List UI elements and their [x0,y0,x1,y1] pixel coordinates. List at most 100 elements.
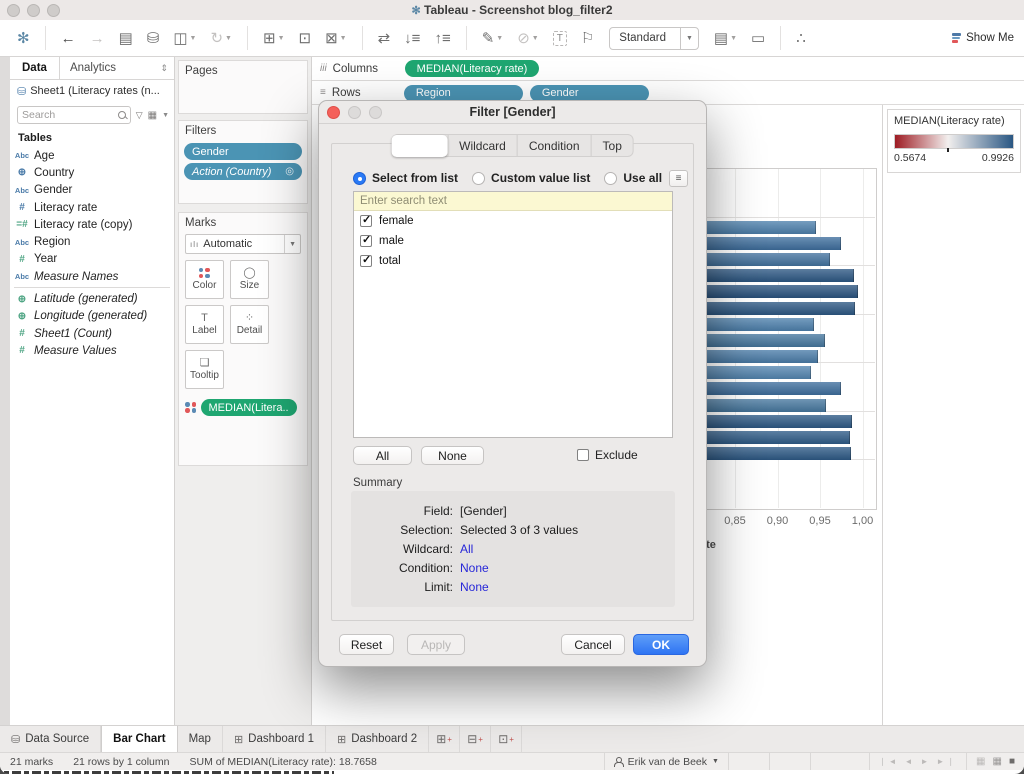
filter-pill-action-country-[interactable]: Action (Country)◎ [184,163,302,180]
marks-pill-median-literacy[interactable]: MEDIAN(Litera.. [201,399,297,416]
pin-icon[interactable]: ⚐ [581,29,594,47]
new-worksheet-icon[interactable]: ⊞▼ [263,29,285,47]
value-search-input[interactable]: Enter search text [354,192,672,211]
field-item[interactable]: #Literacy rate [10,199,174,216]
view-options-icon[interactable]: ▦ [148,110,157,121]
field-item[interactable]: AbcMeasure Names [10,268,174,285]
ok-button[interactable]: OK [633,634,689,655]
marks-button-detail[interactable]: ⁘Detail [230,305,269,344]
tab-data[interactable]: Data [10,62,59,74]
sheet-tab-bar-chart[interactable]: Bar Chart [101,726,177,752]
marks-button-label[interactable]: TLabel [185,305,224,344]
color-legend-card[interactable]: MEDIAN(Literacy rate) 0.5674 0.9926 [887,109,1021,173]
filter-tab-general[interactable] [391,135,447,157]
sort-descending-icon[interactable]: ↑≡ [434,30,450,47]
field-item[interactable]: ⊕Longitude (generated) [10,308,174,325]
new-datasource-icon[interactable]: ⛁ [147,29,160,47]
summary-value[interactable]: None [460,561,489,575]
pane-swap-icon[interactable]: ⇕ [160,63,174,74]
filter-tab-top[interactable]: Top [591,135,633,156]
radio-custom-value-list[interactable] [472,172,485,185]
columns-shelf[interactable]: iii Columns MEDIAN(Literacy rate) [312,57,1024,81]
marks-button-tooltip[interactable]: ❏Tooltip [185,350,224,389]
select-all-button[interactable]: All [353,446,412,465]
show-tabs-icon[interactable]: ▦ [976,756,985,767]
swap-rows-columns-icon[interactable]: ⇄ [378,29,391,47]
field-item[interactable]: ⊕Country [10,164,174,181]
exclude-checkbox[interactable] [577,449,589,461]
new-worksheet-tab-button[interactable]: ⊞+ [429,726,460,752]
sheet-tab-dashboard-1[interactable]: ⊞Dashboard 1 [223,726,326,752]
filter-tab-wildcard[interactable]: Wildcard [447,135,517,156]
user-menu[interactable]: Erik van de Beek ▼ [604,753,728,770]
duplicate-sheet-icon[interactable]: ⊡ [299,29,312,47]
field-item[interactable]: #Measure Values [10,342,174,359]
show-me-button[interactable]: Show Me [952,32,1014,44]
summary-value[interactable]: All [460,542,473,556]
radio-use-all[interactable] [604,172,617,185]
presentation-mode-icon[interactable]: ▭ [751,29,765,47]
filters-card[interactable]: Filters GenderAction (Country)◎ [178,120,308,204]
field-item[interactable]: AbcGender [10,182,174,199]
value-checkbox-total[interactable] [360,255,372,267]
chevron-down-icon[interactable]: ▼ [162,112,169,119]
filter-tab-condition[interactable]: Condition [517,135,591,156]
mark-type-dropdown[interactable]: ılı Automatic ▼ [185,234,301,254]
value-list-item-female[interactable]: female [354,211,672,231]
datasource-item[interactable]: ⛁ Sheet1 (Literacy rates (n... [10,80,174,102]
filter-fields-icon[interactable]: ▽ [136,110,143,121]
fit-mode-dropdown[interactable]: Standard ▼ [609,27,699,50]
text-label-icon[interactable]: T [553,31,567,46]
nav-next-icon[interactable]: ► [921,757,932,766]
redo-icon[interactable]: → [90,30,105,47]
tab-analytics[interactable]: Analytics [59,57,161,79]
list-options-button[interactable]: ≡ [669,170,688,187]
format-icon[interactable]: ⊘▼ [517,29,539,47]
field-item[interactable]: #Year [10,251,174,268]
highlight-icon[interactable]: ✎▼ [482,29,504,47]
field-item[interactable]: #Sheet1 (Count) [10,325,174,342]
sheet-tab-dashboard-2[interactable]: ⊞Dashboard 2 [326,726,429,752]
new-dashboard-tab-button[interactable]: ⊟+ [460,726,491,752]
show-hide-cards-icon[interactable]: ▤▼ [714,29,737,47]
value-list-item-total[interactable]: total [354,251,672,271]
marks-button-size[interactable]: ◯Size [230,260,269,299]
apply-button[interactable]: Apply [407,634,465,655]
search-input[interactable]: Search [17,106,131,124]
value-checkbox-male[interactable] [360,235,372,247]
value-checkbox-female[interactable] [360,215,372,227]
field-item[interactable]: =#Literacy rate (copy) [10,216,174,233]
pause-updates-icon[interactable]: ◫▼ [173,29,196,47]
pill-median-literacy-rate[interactable]: MEDIAN(Literacy rate) [405,60,540,77]
nav-last-icon[interactable]: ►❘ [936,757,957,766]
field-item[interactable]: AbcRegion [10,233,174,250]
pages-card[interactable]: Pages [178,60,308,114]
value-list-item-male[interactable]: male [354,231,672,251]
clear-sheet-icon[interactable]: ⊠▼ [325,29,347,47]
sheet-tab-map[interactable]: Map [178,726,223,752]
marks-card[interactable]: Marks ılı Automatic ▼ Color◯SizeTLabel⁘D… [178,212,308,466]
radio-select-from-list[interactable] [353,172,366,185]
marks-button-color[interactable]: Color [185,260,224,299]
nav-first-icon[interactable]: ❘◄ [879,757,900,766]
show-filmstrip-icon[interactable]: ▦ [993,756,1002,767]
tableau-logo-icon[interactable]: ✻ [17,29,30,47]
save-icon[interactable]: ▤ [119,29,133,47]
nav-previous-icon[interactable]: ◄ [905,757,916,766]
summary-value[interactable]: None [460,580,489,594]
sheet-tab-data-source[interactable]: ⛁Data Source [0,726,101,752]
field-item[interactable]: ⊕Latitude (generated) [10,290,174,307]
new-story-tab-button[interactable]: ⊡+ [491,726,522,752]
reset-button[interactable]: Reset [339,634,394,655]
share-icon[interactable]: ∴ [796,29,806,47]
undo-icon[interactable]: ← [61,30,76,47]
select-none-button[interactable]: None [421,446,484,465]
value-list[interactable]: Enter search text femalemaletotal [353,191,673,438]
sheet-navigation[interactable]: ❘◄ ◄ ► ►❘ [869,753,966,770]
cancel-button[interactable]: Cancel [561,634,625,655]
sort-ascending-icon[interactable]: ↓≡ [404,30,420,47]
field-item[interactable]: AbcAge [10,147,174,164]
refresh-icon[interactable]: ↻▼ [210,29,232,47]
show-sheet-icon[interactable]: ■ [1009,756,1015,767]
filter-pill-gender[interactable]: Gender [184,143,302,160]
